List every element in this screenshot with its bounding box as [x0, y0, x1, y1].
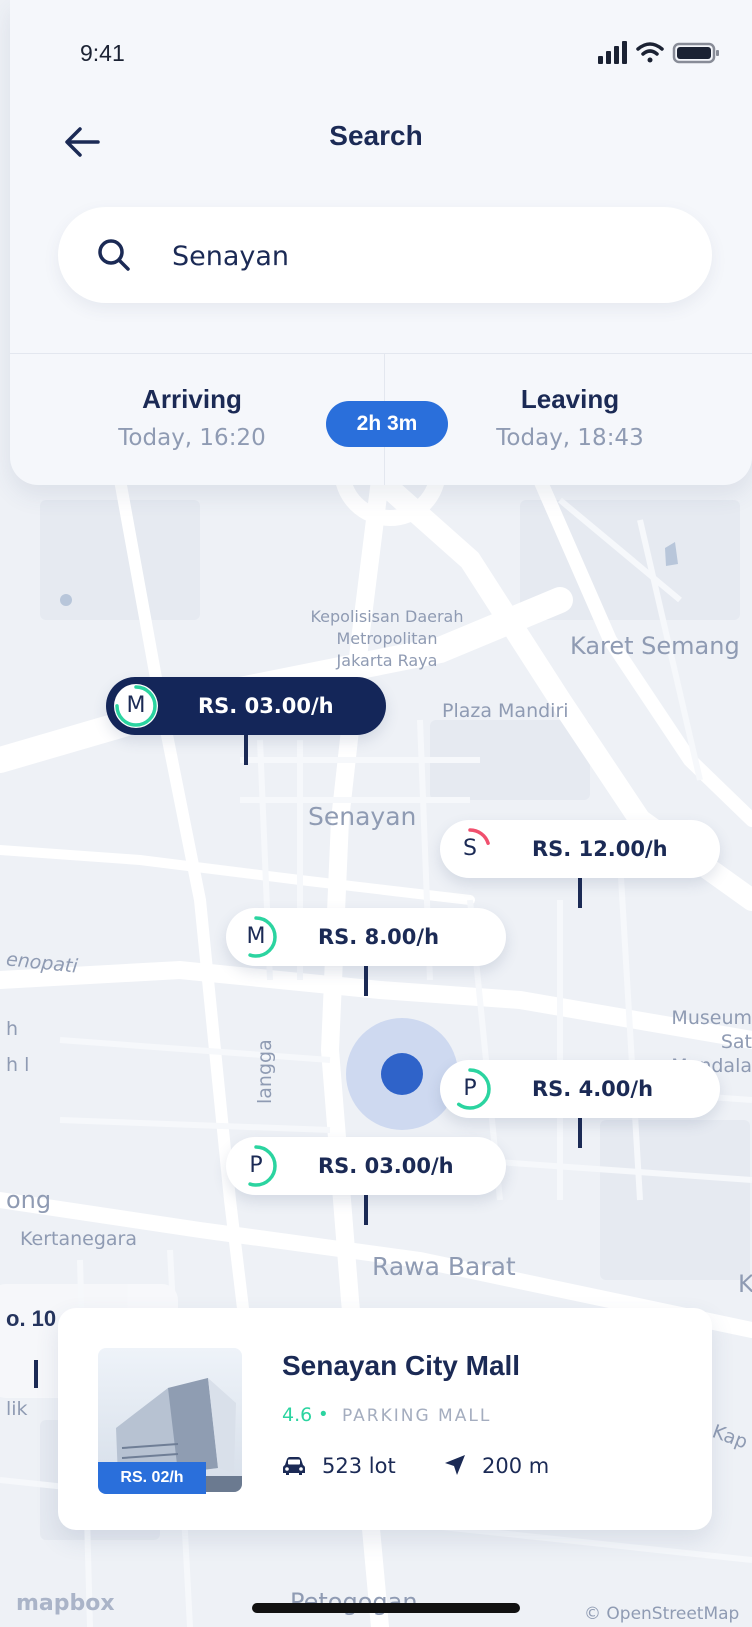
map-label-plaza-mandiri: Plaza Mandiri	[442, 700, 569, 722]
marker-pin	[364, 966, 368, 996]
divider	[10, 353, 752, 354]
parking-marker[interactable]: S RS. 12.00/h	[440, 820, 720, 878]
place-card[interactable]: RS. 02/h Senayan City Mall 4.6 • PARKING…	[58, 1308, 712, 1530]
marker-type-letter: M	[246, 924, 266, 949]
marker-pin	[578, 878, 582, 908]
place-rating: 4.6	[282, 1404, 313, 1426]
map-label-lik: lik	[6, 1398, 28, 1420]
marker-ring: M	[114, 684, 158, 728]
user-location-dot	[381, 1053, 423, 1095]
signal-icon	[598, 41, 627, 64]
user-location-indicator	[346, 1018, 458, 1130]
battery-icon	[672, 42, 719, 64]
map-label-gg: langga	[254, 1039, 276, 1104]
navigation-icon	[445, 1455, 465, 1475]
map-label-ong: ong	[6, 1186, 52, 1214]
search-input[interactable]	[170, 229, 674, 283]
place-type: PARKING MALL	[342, 1406, 492, 1426]
marker-ring: P	[234, 1144, 278, 1188]
marker-price: RS. 12.00/h	[532, 837, 668, 861]
map-label-karet-semanggi: Karet Semang	[570, 632, 740, 660]
marker-ring: M	[234, 915, 278, 959]
status-icons	[598, 41, 719, 64]
marker-type-letter: S	[463, 836, 477, 861]
distance: 200 m	[482, 1454, 550, 1478]
marker-pin	[364, 1195, 368, 1225]
nearby-place-title: o. 10	[6, 1306, 57, 1331]
search-bar[interactable]	[58, 207, 712, 303]
marker-pin	[578, 1118, 582, 1148]
arriving-block[interactable]: Arriving Today, 16:20	[92, 384, 292, 451]
marker-ring: S	[448, 827, 492, 871]
map-label-kepolisian: Kepolisisan Daerah Metropolitan Jakarta …	[310, 607, 464, 670]
parking-marker[interactable]: P RS. 03.00/h	[226, 1137, 506, 1195]
map-label-senayan: Senayan	[308, 802, 417, 831]
marker-type-letter: M	[126, 693, 146, 718]
leaving-label: Leaving	[520, 384, 620, 414]
nearby-place-pin	[34, 1360, 38, 1388]
page-title: Search	[329, 120, 423, 151]
duration-badge: 2h 3m	[326, 401, 448, 447]
mapbox-logo[interactable]: mapbox	[16, 1591, 115, 1616]
marker-price: RS. 4.00/h	[532, 1077, 654, 1101]
parking-marker[interactable]: M RS. 8.00/h	[226, 908, 506, 966]
separator-dot: •	[320, 1404, 327, 1425]
price-badge: RS. 02/h	[98, 1462, 206, 1494]
marker-pin	[244, 735, 248, 765]
map-label-hl: h l	[6, 1054, 30, 1076]
arriving-time: Today, 16:20	[118, 425, 266, 451]
marker-type-letter: P	[463, 1076, 477, 1101]
app-screen: Kepolisisan Daerah Metropolitan Jakarta …	[0, 0, 752, 1627]
search-icon	[98, 239, 130, 271]
parking-marker-selected[interactable]: M RS. 03.00/h	[106, 677, 386, 735]
wifi-icon	[636, 42, 664, 63]
parking-lots: 523 lot	[322, 1454, 396, 1478]
status-time: 9:41	[80, 40, 125, 66]
leaving-block[interactable]: Leaving Today, 18:43	[470, 384, 670, 451]
marker-price: RS. 03.00/h	[318, 1154, 454, 1178]
marker-type-letter: P	[249, 1153, 263, 1178]
car-icon	[283, 1457, 305, 1475]
marker-price: RS. 03.00/h	[198, 694, 334, 718]
parking-marker[interactable]: P RS. 4.00/h	[440, 1060, 720, 1118]
leaving-time: Today, 18:43	[496, 425, 644, 451]
map-label-kertanegara: Kertanegara	[20, 1228, 137, 1250]
place-name: Senayan City Mall	[282, 1350, 521, 1381]
marker-price: RS. 8.00/h	[318, 925, 440, 949]
map-label-rawa-barat: Rawa Barat	[372, 1252, 516, 1281]
map-label-k: K	[738, 1270, 752, 1298]
map-label-h: h	[6, 1018, 19, 1040]
arriving-label: Arriving	[142, 384, 242, 414]
home-indicator[interactable]	[252, 1603, 520, 1613]
map-attribution[interactable]: © OpenStreetMap	[584, 1604, 739, 1624]
marker-ring: P	[448, 1067, 492, 1111]
